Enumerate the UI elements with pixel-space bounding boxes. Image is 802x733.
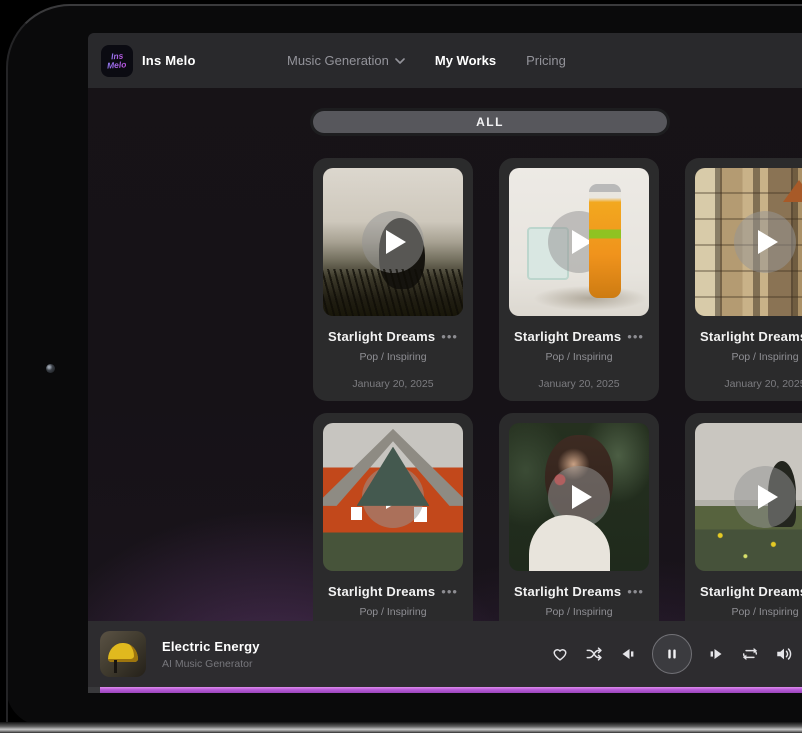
work-card[interactable]: Starlight Dreams ••• Pop / Inspiring Jan… xyxy=(499,413,659,656)
top-nav-bar: Ins Melo Ins Melo Music Generation My Wo… xyxy=(88,33,802,88)
repeat-button[interactable] xyxy=(740,644,760,664)
work-title: Starlight Dreams xyxy=(700,584,802,599)
app-screen: Starlight Dreams ••• Pop / Inspiring Jan… xyxy=(88,33,802,693)
main-nav: Music Generation My Works Pricing xyxy=(287,33,566,88)
pause-button[interactable] xyxy=(652,634,692,674)
play-button[interactable] xyxy=(548,211,610,273)
nav-pricing[interactable]: Pricing xyxy=(526,53,566,68)
play-icon xyxy=(572,485,592,509)
app-logo[interactable]: Ins Melo xyxy=(101,45,133,77)
playback-progress-fill xyxy=(100,687,802,693)
play-icon xyxy=(758,485,778,509)
brand-name: Ins Melo xyxy=(142,53,196,68)
work-card[interactable]: Starlight Dreams ••• Pop / Inspiring Jan… xyxy=(313,413,473,656)
work-cover-image xyxy=(323,423,463,571)
now-playing-artwork[interactable] xyxy=(100,631,146,677)
play-button[interactable] xyxy=(734,466,796,528)
work-genre: Pop / Inspiring xyxy=(695,351,802,363)
shuffle-button[interactable] xyxy=(584,644,604,664)
like-button[interactable] xyxy=(550,644,570,664)
more-options-button[interactable]: ••• xyxy=(627,589,644,595)
shuffle-icon xyxy=(585,645,603,663)
work-date: January 20, 2025 xyxy=(695,378,802,390)
step-backward-icon xyxy=(620,646,636,662)
work-cover-image xyxy=(509,168,649,316)
volume-button[interactable] xyxy=(774,644,794,664)
work-date: January 20, 2025 xyxy=(509,378,649,390)
work-genre: Pop / Inspiring xyxy=(509,606,649,618)
work-card[interactable]: Starlight Dreams ••• Pop / Inspiring Jan… xyxy=(685,413,802,656)
nav-music-generation[interactable]: Music Generation xyxy=(287,53,405,68)
player-bar: Electric Energy AI Music Generator xyxy=(88,621,802,687)
work-cover-image xyxy=(509,423,649,571)
heart-icon xyxy=(551,645,569,663)
play-button[interactable] xyxy=(362,211,424,273)
work-genre: Pop / Inspiring xyxy=(695,606,802,618)
play-button[interactable] xyxy=(734,211,796,273)
now-playing-title: Electric Energy xyxy=(162,639,260,654)
play-icon xyxy=(386,230,406,254)
chevron-down-icon xyxy=(395,58,405,64)
more-options-button[interactable]: ••• xyxy=(441,334,458,340)
work-genre: Pop / Inspiring xyxy=(323,351,463,363)
more-options-button[interactable]: ••• xyxy=(441,589,458,595)
play-icon xyxy=(758,230,778,254)
front-camera xyxy=(46,364,55,373)
work-card[interactable]: Starlight Dreams ••• Pop / Inspiring Jan… xyxy=(313,158,473,401)
play-button[interactable] xyxy=(362,466,424,528)
play-icon xyxy=(386,485,406,509)
filter-bar: ALL xyxy=(310,108,670,136)
next-button[interactable] xyxy=(706,644,726,664)
work-title: Starlight Dreams xyxy=(514,584,621,599)
play-button[interactable] xyxy=(548,466,610,528)
play-icon xyxy=(572,230,592,254)
logo-text-line2: Melo xyxy=(107,60,127,70)
repeat-icon xyxy=(741,645,759,663)
work-title: Starlight Dreams xyxy=(328,329,435,344)
volume-icon xyxy=(775,645,793,663)
step-forward-icon xyxy=(708,646,724,662)
previous-button[interactable] xyxy=(618,644,638,664)
work-cover-image xyxy=(695,168,802,316)
work-cover-image xyxy=(695,423,802,571)
tablet-bottom-edge xyxy=(0,722,802,733)
work-card[interactable]: Starlight Dreams ••• Pop / Inspiring Jan… xyxy=(499,158,659,401)
work-title: Starlight Dreams xyxy=(514,329,621,344)
work-cover-image xyxy=(323,168,463,316)
work-date: January 20, 2025 xyxy=(323,378,463,390)
player-controls xyxy=(550,621,794,687)
work-genre: Pop / Inspiring xyxy=(323,606,463,618)
filter-tab-all[interactable]: ALL xyxy=(313,111,667,133)
nav-my-works[interactable]: My Works xyxy=(435,53,496,68)
pause-icon xyxy=(666,648,678,660)
works-grid: Starlight Dreams ••• Pop / Inspiring Jan… xyxy=(313,158,802,656)
more-options-button[interactable]: ••• xyxy=(627,334,644,340)
now-playing-subtitle: AI Music Generator xyxy=(162,658,260,670)
playback-progress-track[interactable] xyxy=(88,687,802,693)
work-title: Starlight Dreams xyxy=(700,329,802,344)
work-card[interactable]: Starlight Dreams ••• Pop / Inspiring Jan… xyxy=(685,158,802,401)
work-genre: Pop / Inspiring xyxy=(509,351,649,363)
work-title: Starlight Dreams xyxy=(328,584,435,599)
